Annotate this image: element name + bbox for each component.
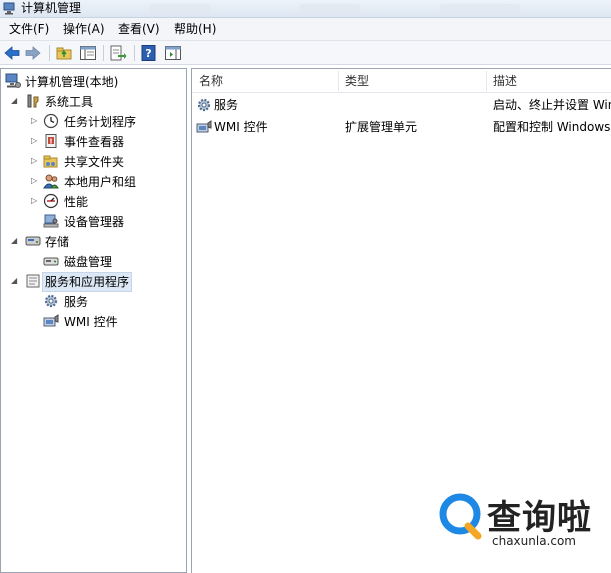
tree-item-event-viewer[interactable]: ▷ ! 事件查看器 xyxy=(1,132,186,152)
column-header-description[interactable]: 描述 xyxy=(493,74,517,88)
tree-item-label: 设备管理器 xyxy=(64,215,125,229)
tree-item-shared-folders[interactable]: ▷ 共享文件夹 xyxy=(1,152,186,172)
show-hide-action-pane-icon[interactable] xyxy=(164,44,182,62)
menu-help[interactable]: 帮助(H) xyxy=(174,22,216,37)
storage-icon xyxy=(25,236,41,246)
watermark-brand: 查询啦 xyxy=(487,498,592,538)
menu-file[interactable]: 文件(F) xyxy=(9,22,49,37)
help-icon[interactable]: ? xyxy=(140,44,158,62)
menu-bar: 文件(F) 操作(A) 查看(V) 帮助(H) xyxy=(0,18,611,41)
tree-item-label: WMI 控件 xyxy=(64,315,118,329)
column-divider[interactable] xyxy=(486,71,487,91)
tree-item-root[interactable]: 计算机管理(本地) xyxy=(1,72,186,92)
tree-item-label: 性能 xyxy=(64,195,89,209)
expand-arrow-icon[interactable]: ▷ xyxy=(31,172,37,190)
wmi-control-icon xyxy=(196,120,212,133)
tree-item-device-manager[interactable]: 设备管理器 xyxy=(1,212,186,232)
tree-item-label: 事件查看器 xyxy=(64,135,125,149)
toolbar-separator xyxy=(49,45,50,61)
tree-item-services[interactable]: 服务 xyxy=(1,292,186,312)
cell-type: 扩展管理单元 xyxy=(345,120,418,134)
title-bar: 计算机管理 xyxy=(0,0,611,18)
blurred-background xyxy=(300,4,360,13)
tree-item-performance[interactable]: ▷ 性能 xyxy=(1,192,186,212)
shared-folder-icon xyxy=(43,155,58,168)
cell-description: 启动、终止并设置 Win xyxy=(493,98,611,112)
users-icon xyxy=(43,174,59,189)
tree-item-label: 服务和应用程序 xyxy=(42,272,133,292)
expand-arrow-icon[interactable]: ▷ xyxy=(31,192,37,210)
collapse-arrow-icon[interactable]: ◢ xyxy=(11,232,17,250)
toolbar: ? xyxy=(0,41,611,65)
expand-arrow-icon[interactable]: ▷ xyxy=(31,112,37,130)
services-apps-icon xyxy=(26,274,40,288)
blurred-background xyxy=(150,4,210,13)
tree-item-task-scheduler[interactable]: ▷ 任务计划程序 xyxy=(1,112,186,132)
export-list-icon[interactable] xyxy=(109,44,127,62)
toolbar-separator xyxy=(134,45,135,61)
tree-item-label: 任务计划程序 xyxy=(64,115,137,129)
tree-item-label: 磁盘管理 xyxy=(64,255,113,269)
performance-icon xyxy=(43,193,59,209)
computer-management-icon xyxy=(5,73,21,88)
system-tools-icon xyxy=(27,94,39,108)
tree-item-wmi[interactable]: WMI 控件 xyxy=(1,312,186,332)
cell-description: 配置和控制 Windows xyxy=(493,120,611,134)
expand-arrow-icon[interactable]: ▷ xyxy=(31,132,37,150)
cell-name: 服务 xyxy=(214,98,239,112)
tree-item-label: 共享文件夹 xyxy=(64,155,125,169)
gear-icon xyxy=(197,98,211,112)
menu-view[interactable]: 查看(V) xyxy=(118,22,160,37)
disk-management-icon xyxy=(43,257,59,266)
collapse-arrow-icon[interactable]: ◢ xyxy=(11,92,17,110)
tree-item-label: 系统工具 xyxy=(45,95,94,109)
tree-item-storage[interactable]: ◢ 存储 xyxy=(1,232,186,252)
tree-item-label: 本地用户和组 xyxy=(64,175,137,189)
show-hide-tree-icon[interactable] xyxy=(79,44,97,62)
watermark: 查询啦 chaxunla.com xyxy=(438,490,608,552)
svg-text:!: ! xyxy=(49,137,52,145)
tree-item-system-tools[interactable]: ◢ 系统工具 xyxy=(1,92,186,112)
clock-icon xyxy=(43,113,59,129)
gear-icon xyxy=(44,294,58,308)
column-divider[interactable] xyxy=(338,71,339,91)
tree-item-label: 存储 xyxy=(45,235,70,249)
console-tree: 计算机管理(本地) ◢ 系统工具 ▷ 任务计划程序 ▷ ! 事件查看器 ▷ 共享… xyxy=(0,68,187,573)
toolbar-separator xyxy=(103,45,104,61)
expand-arrow-icon[interactable]: ▷ xyxy=(31,152,37,170)
device-manager-icon xyxy=(43,214,59,228)
svg-text:?: ? xyxy=(145,47,151,60)
back-arrow-icon[interactable] xyxy=(3,44,21,62)
blurred-background xyxy=(440,4,520,13)
forward-arrow-icon[interactable] xyxy=(24,44,42,62)
window-title: 计算机管理 xyxy=(21,1,82,15)
column-header-name[interactable]: 名称 xyxy=(199,74,223,88)
menu-action[interactable]: 操作(A) xyxy=(63,22,105,37)
up-folder-icon[interactable] xyxy=(55,44,73,62)
collapse-arrow-icon[interactable]: ◢ xyxy=(11,272,17,290)
table-row[interactable]: WMI 控件 扩展管理单元 配置和控制 Windows xyxy=(192,117,611,139)
column-header-type[interactable]: 类型 xyxy=(345,74,369,88)
table-header: 名称 类型 描述 xyxy=(192,69,611,93)
watermark-domain: chaxunla.com xyxy=(492,534,576,548)
magnifier-logo-icon xyxy=(439,493,482,540)
wmi-control-icon xyxy=(43,314,59,327)
computer-management-icon xyxy=(3,2,15,15)
tree-item-label: 计算机管理(本地) xyxy=(25,75,119,89)
tree-item-label: 服务 xyxy=(64,295,89,309)
tree-item-local-users[interactable]: ▷ 本地用户和组 xyxy=(1,172,186,192)
tree-item-services-apps[interactable]: ◢ 服务和应用程序 xyxy=(1,272,186,292)
table-row[interactable]: 服务 启动、终止并设置 Win xyxy=(192,95,611,117)
event-viewer-icon: ! xyxy=(45,134,57,148)
tree-item-disk-management[interactable]: 磁盘管理 xyxy=(1,252,186,272)
cell-name: WMI 控件 xyxy=(214,120,268,134)
